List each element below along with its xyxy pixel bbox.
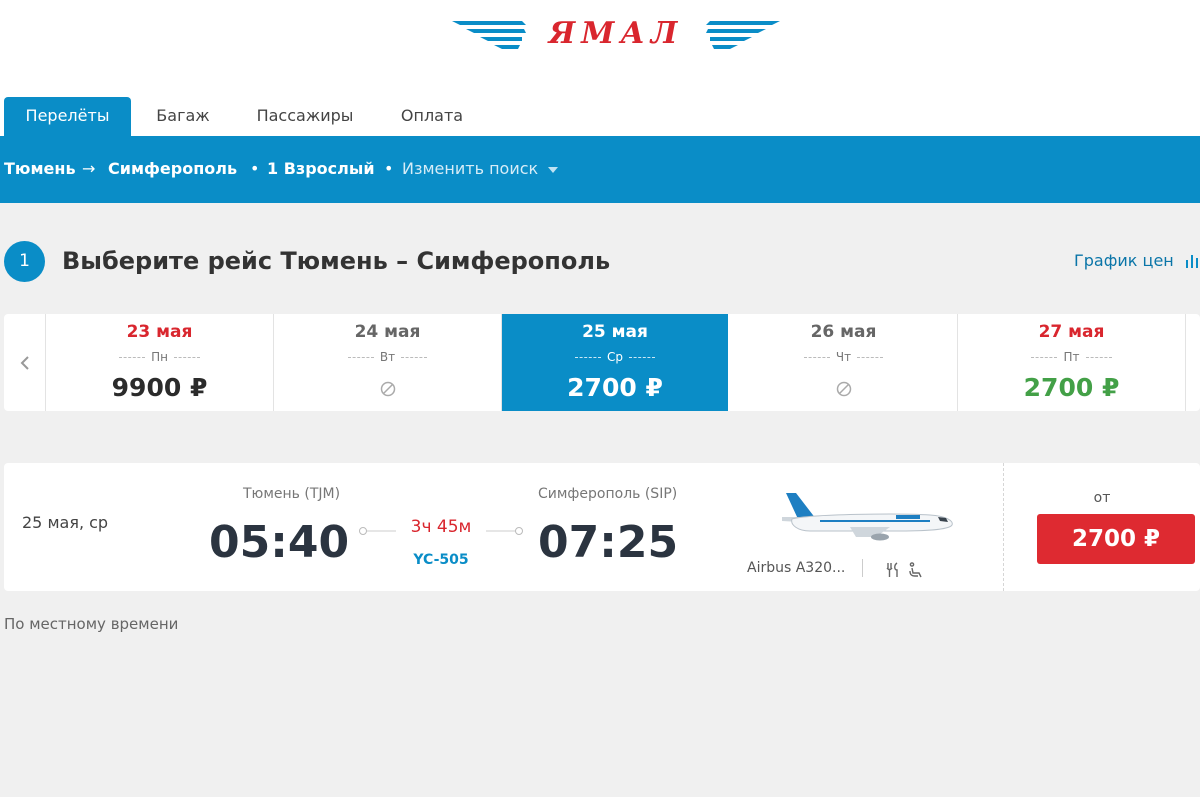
- aircraft-type[interactable]: Airbus A320...: [747, 559, 845, 577]
- date-label: 26 мая: [810, 322, 877, 342]
- date-label: 23 мая: [126, 322, 193, 342]
- divider: [1003, 463, 1004, 591]
- seat-icon: [909, 562, 922, 578]
- weekday-label: Чт: [730, 350, 957, 364]
- search-summary-bar: Тюмень → Симферополь • 1 Взрослый • Изме…: [0, 136, 1200, 203]
- header: ЯМАЛ: [0, 0, 1200, 97]
- weekday-label: Пн: [46, 350, 273, 364]
- date-label: 25 мая: [582, 322, 648, 342]
- step-number-badge: 1: [4, 241, 45, 282]
- bar-chart-icon[interactable]: [1186, 252, 1200, 268]
- no-flights-icon: [836, 381, 852, 397]
- search-passengers: 1 Взрослый: [267, 159, 375, 178]
- booking-steps-tabs: Перелёты Багаж Пассажиры Оплата: [0, 97, 1200, 136]
- airplane-image: [782, 493, 953, 541]
- logo-text: ЯМАЛ: [548, 16, 684, 51]
- change-search-label: Изменить поиск: [402, 159, 539, 178]
- change-search-button[interactable]: Изменить поиск: [402, 158, 559, 180]
- flight-card[interactable]: 25 мая, ср Тюмень (TJM) 05:40 3ч 45м YC-…: [4, 463, 1200, 591]
- divider: [862, 559, 863, 577]
- date-price: 2700 ₽: [1023, 373, 1120, 402]
- tab-payment[interactable]: Оплата: [384, 97, 480, 136]
- weekday-label: Ср: [502, 350, 728, 364]
- separator-dot: •: [250, 159, 260, 178]
- price-chart-link[interactable]: График цен: [1074, 250, 1174, 272]
- route-arrow-icon: →: [82, 159, 96, 178]
- date-price: 9900 ₽: [111, 373, 208, 402]
- departure-time: 05:40: [209, 517, 350, 568]
- no-flights-icon: [380, 381, 396, 397]
- chevron-down-icon: [548, 166, 559, 173]
- date-option-23-may[interactable]: 23 мая Пн 9900 ₽: [46, 314, 274, 411]
- price-from-label: от: [1093, 490, 1111, 506]
- weekday-label: Вт: [274, 350, 501, 364]
- date-option-27-may[interactable]: 27 мая Пт 2700 ₽: [958, 314, 1186, 411]
- date-carousel: 23 мая Пн 9900 ₽ 24 мая Вт 25 мая Ср 270…: [4, 314, 1200, 411]
- chevron-left-icon: [20, 356, 29, 370]
- yamal-logo[interactable]: ЯМАЛ: [452, 14, 780, 54]
- weekday-label: Пт: [958, 350, 1185, 364]
- date-option-24-may[interactable]: 24 мая Вт: [274, 314, 502, 411]
- flight-date: 25 мая, ср: [22, 513, 109, 532]
- date-price: 2700 ₽: [567, 373, 663, 402]
- page-title: Выберите рейс Тюмень – Симферополь: [62, 247, 611, 275]
- flight-number-link[interactable]: YC-505: [396, 551, 486, 569]
- search-origin: Тюмень: [4, 159, 76, 178]
- tab-flights[interactable]: Перелёты: [4, 97, 131, 136]
- arrival-city: Симферополь (SIP): [538, 486, 678, 502]
- arrival-time: 07:25: [538, 517, 679, 568]
- date-option-26-may[interactable]: 26 мая Чт: [730, 314, 958, 411]
- previous-dates-button[interactable]: [4, 314, 46, 411]
- flight-duration: 3ч 45м: [396, 516, 486, 538]
- date-option-25-may[interactable]: 25 мая Ср 2700 ₽: [502, 314, 728, 411]
- separator-dot: •: [384, 159, 394, 178]
- search-destination: Симферополь: [108, 159, 238, 178]
- meal-icon: [886, 562, 898, 577]
- departure-city: Тюмень (TJM): [243, 486, 341, 502]
- local-time-note: По местному времени: [4, 615, 179, 633]
- date-label: 27 мая: [1038, 322, 1105, 342]
- tab-baggage[interactable]: Багаж: [140, 97, 226, 136]
- tab-passengers[interactable]: Пассажиры: [240, 97, 370, 136]
- select-fare-button[interactable]: 2700 ₽: [1037, 514, 1195, 564]
- date-label: 24 мая: [354, 322, 421, 342]
